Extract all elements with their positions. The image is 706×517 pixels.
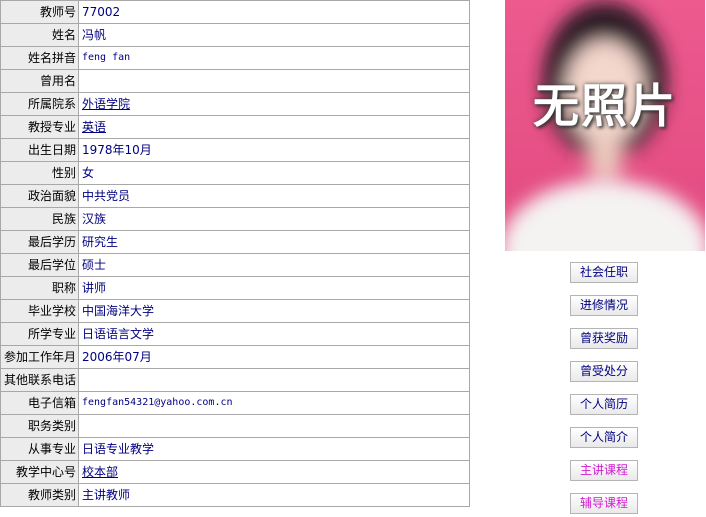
row-birth-date: 出生日期 1978年10月 — [0, 138, 470, 162]
row-name-pinyin: 姓名拼音 feng fan — [0, 46, 470, 70]
row-former-name: 曾用名 — [0, 69, 470, 93]
gender-label: 性别 — [0, 161, 79, 185]
row-position-category: 职务类别 — [0, 414, 470, 438]
position-category-value — [78, 414, 470, 438]
email-label: 电子信箱 — [0, 391, 79, 415]
row-political-status: 政治面貌 中共党员 — [0, 184, 470, 208]
teaching-center-label: 教学中心号 — [0, 460, 79, 484]
work-start-date-label: 参加工作年月 — [0, 345, 79, 369]
row-name: 姓名 冯帆 — [0, 23, 470, 47]
email-value: fengfan54321@yahoo.com.cn — [78, 391, 470, 415]
row-other-phone: 其他联系电话 — [0, 368, 470, 392]
row-gender: 性别 女 — [0, 161, 470, 185]
teacher-category-label: 教师类别 — [0, 483, 79, 507]
position-category-label: 职务类别 — [0, 414, 79, 438]
teaching-major-label: 教授专业 — [0, 115, 79, 139]
department-link[interactable]: 外语学院 — [82, 97, 130, 111]
disciplinary-actions-button[interactable]: 曾受处分 — [570, 361, 638, 382]
highest-education-value: 研究生 — [78, 230, 470, 254]
former-name-label: 曾用名 — [0, 69, 79, 93]
row-department: 所属院系 外语学院 — [0, 92, 470, 116]
row-highest-education: 最后学历 研究生 — [0, 230, 470, 254]
row-teaching-center: 教学中心号 校本部 — [0, 460, 470, 484]
personal-intro-button[interactable]: 个人简介 — [570, 427, 638, 448]
highest-degree-label: 最后学位 — [0, 253, 79, 277]
teaching-center-link[interactable]: 校本部 — [82, 465, 118, 479]
work-start-date-value: 2006年07月 — [78, 345, 470, 369]
ethnicity-label: 民族 — [0, 207, 79, 231]
title-label: 职称 — [0, 276, 79, 300]
name-pinyin-label: 姓名拼音 — [0, 46, 79, 70]
row-ethnicity: 民族 汉族 — [0, 207, 470, 231]
name-pinyin-value: feng fan — [78, 46, 470, 70]
graduated-school-label: 毕业学校 — [0, 299, 79, 323]
teacher-profile-page: 教师号 77002 姓名 冯帆 姓名拼音 feng fan 曾用名 所属院系 外… — [0, 0, 706, 517]
teaching-major-link[interactable]: 英语 — [82, 120, 106, 134]
row-studied-major: 所学专业 日语语言文学 — [0, 322, 470, 346]
gender-value: 女 — [78, 161, 470, 185]
working-specialty-value: 日语专业教学 — [78, 437, 470, 461]
teacher-id-value: 77002 — [78, 0, 470, 24]
teaching-major-cell: 英语 — [78, 115, 470, 139]
row-graduated-school: 毕业学校 中国海洋大学 — [0, 299, 470, 323]
working-specialty-label: 从事专业 — [0, 437, 79, 461]
tutoring-courses-button[interactable]: 辅导课程 — [570, 493, 638, 514]
row-working-specialty: 从事专业 日语专业教学 — [0, 437, 470, 461]
teacher-photo-placeholder: 无照片 — [505, 0, 705, 251]
political-status-label: 政治面貌 — [0, 184, 79, 208]
name-label: 姓名 — [0, 23, 79, 47]
political-status-value: 中共党员 — [78, 184, 470, 208]
row-highest-degree: 最后学位 硕士 — [0, 253, 470, 277]
birth-date-label: 出生日期 — [0, 138, 79, 162]
other-phone-value — [78, 368, 470, 392]
teacher-info-table: 教师号 77002 姓名 冯帆 姓名拼音 feng fan 曾用名 所属院系 外… — [0, 0, 470, 507]
ethnicity-value: 汉族 — [78, 207, 470, 231]
former-name-value — [78, 69, 470, 93]
social-positions-button[interactable]: 社会任职 — [570, 262, 638, 283]
row-teacher-id: 教师号 77002 — [0, 0, 470, 24]
birth-date-value: 1978年10月 — [78, 138, 470, 162]
resume-button[interactable]: 个人简历 — [570, 394, 638, 415]
row-email: 电子信箱 fengfan54321@yahoo.com.cn — [0, 391, 470, 415]
row-teacher-category: 教师类别 主讲教师 — [0, 483, 470, 507]
department-label: 所属院系 — [0, 92, 79, 116]
teacher-category-value: 主讲教师 — [78, 483, 470, 507]
title-value: 讲师 — [78, 276, 470, 300]
main-courses-button[interactable]: 主讲课程 — [570, 460, 638, 481]
highest-degree-value: 硕士 — [78, 253, 470, 277]
other-phone-label: 其他联系电话 — [0, 368, 79, 392]
row-title: 职称 讲师 — [0, 276, 470, 300]
studied-major-value: 日语语言文学 — [78, 322, 470, 346]
awards-button[interactable]: 曾获奖励 — [570, 328, 638, 349]
teacher-id-label: 教师号 — [0, 0, 79, 24]
teaching-center-cell: 校本部 — [78, 460, 470, 484]
row-teaching-major: 教授专业 英语 — [0, 115, 470, 139]
studied-major-label: 所学专业 — [0, 322, 79, 346]
graduated-school-value: 中国海洋大学 — [78, 299, 470, 323]
further-study-button[interactable]: 进修情况 — [570, 295, 638, 316]
department-cell: 外语学院 — [78, 92, 470, 116]
highest-education-label: 最后学历 — [0, 230, 79, 254]
no-photo-caption: 无照片 — [533, 79, 677, 133]
row-work-start-date: 参加工作年月 2006年07月 — [0, 345, 470, 369]
name-value: 冯帆 — [78, 23, 470, 47]
